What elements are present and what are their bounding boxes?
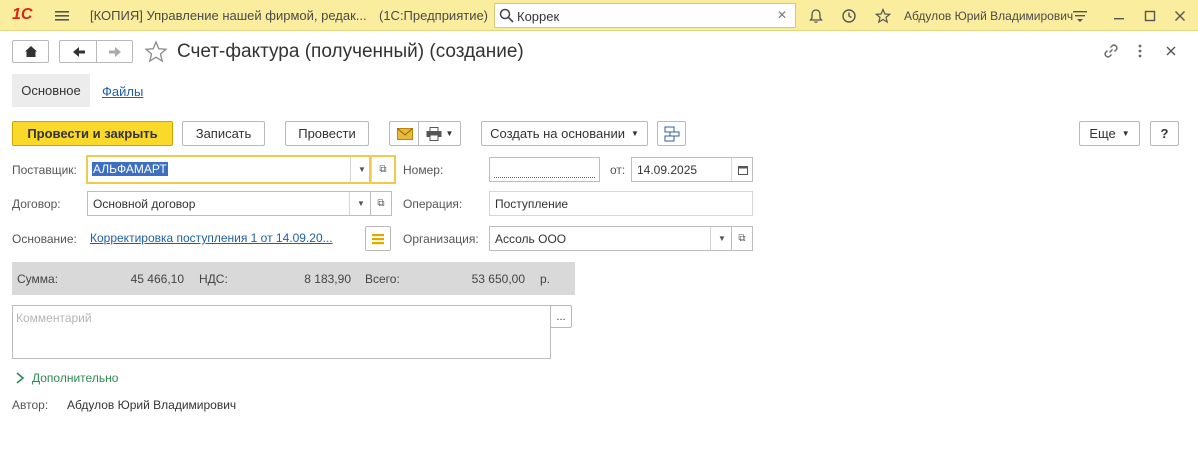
search-box[interactable]: Коррек ✕ — [494, 3, 796, 28]
history-icon[interactable] — [839, 6, 859, 26]
home-button[interactable] — [12, 40, 49, 63]
operation-field: Поступление — [489, 191, 753, 216]
operation-value: Поступление — [495, 197, 569, 211]
platform-label: (1С:Предприятие) — [379, 8, 489, 23]
basis-label: Основание: — [12, 232, 77, 246]
link-icon[interactable] — [1103, 43, 1119, 62]
tab-files[interactable]: Файлы — [102, 84, 143, 99]
title-bar: 1С [КОПИЯ] Управление нашей фирмой, реда… — [0, 0, 1198, 31]
operation-label: Операция: — [403, 197, 463, 211]
organization-field[interactable]: Ассоль ООО ▼ — [489, 226, 732, 251]
author-value: Абдулов Юрий Владимирович — [67, 398, 237, 412]
printer-icon — [426, 126, 442, 141]
author-label: Автор: — [12, 398, 49, 412]
supplier-value[interactable]: АЛЬФАМАРТ — [92, 162, 168, 176]
arrow-right-icon — [108, 46, 121, 57]
number-field[interactable] — [489, 157, 600, 182]
create-based-on-button[interactable]: Создать на основании ▼ — [481, 121, 648, 146]
post-and-close-button[interactable]: Провести и закрыть — [12, 121, 173, 146]
open-icon: ⧉ — [379, 164, 387, 175]
chevron-down-icon[interactable]: ▼ — [349, 192, 372, 215]
vat-label: НДС: — [199, 272, 228, 286]
sum-label: Сумма: — [17, 272, 59, 286]
supplier-open-button[interactable]: ⧉ — [371, 155, 396, 184]
sum-value: 45 466,10 — [130, 272, 184, 286]
tab-main[interactable]: Основное — [12, 74, 90, 107]
contract-label: Договор: — [12, 197, 61, 211]
tab-main-label: Основное — [21, 83, 81, 98]
clear-icon[interactable]: ✕ — [777, 8, 787, 22]
close-form-icon[interactable] — [1165, 45, 1177, 60]
create-based-on-label: Создать на основании — [490, 126, 625, 141]
comment-placeholder: Комментарий — [16, 311, 92, 325]
open-icon: ⧉ — [377, 198, 385, 209]
contract-field[interactable]: Основной договор ▼ — [87, 191, 371, 216]
chevron-down-icon[interactable]: ▼ — [350, 157, 373, 182]
chevron-down-icon[interactable]: ▼ — [710, 227, 733, 250]
contract-open-button[interactable]: ⧉ — [371, 191, 392, 216]
totals-bar: Сумма: 45 466,10 НДС: 8 183,90 Всего: 53… — [12, 262, 575, 295]
date-value[interactable]: 14.09.2025 — [637, 163, 697, 177]
notifications-icon[interactable] — [806, 6, 826, 26]
search-input[interactable]: Коррек — [517, 9, 559, 24]
user-name[interactable]: Абдулов Юрий Владимирович — [904, 9, 1073, 23]
more-label: Еще — [1089, 126, 1116, 141]
chevron-right-icon[interactable] — [15, 372, 25, 387]
window-title: [КОПИЯ] Управление нашей фирмой, редак..… — [90, 8, 367, 23]
email-button[interactable] — [389, 121, 419, 146]
date-field[interactable]: 14.09.2025 — [631, 157, 753, 182]
help-button[interactable]: ? — [1150, 121, 1179, 146]
total-label: Всего: — [365, 272, 400, 286]
basis-link[interactable]: Корректировка поступления 1 от 14.09.20.… — [90, 231, 333, 245]
structure-button[interactable] — [657, 121, 686, 146]
print-button[interactable]: ▼ — [418, 121, 461, 146]
more-actions-icon[interactable] — [1136, 43, 1144, 62]
calendar-icon[interactable] — [731, 158, 754, 181]
minimize-icon[interactable] — [1109, 6, 1129, 26]
back-button[interactable] — [59, 40, 97, 63]
more-button[interactable]: Еще ▼ — [1079, 121, 1140, 146]
number-label: Номер: — [403, 163, 444, 177]
chevron-down-icon: ▼ — [445, 129, 454, 138]
forward-button[interactable] — [96, 40, 133, 63]
organization-label: Организация: — [403, 232, 479, 246]
save-button[interactable]: Записать — [182, 121, 265, 146]
app-logo[interactable]: 1С — [12, 6, 32, 24]
currency-label: р. — [540, 272, 551, 286]
open-icon: ⧉ — [738, 233, 746, 244]
post-button[interactable]: Провести — [285, 121, 369, 146]
comment-field[interactable]: Комментарий — [12, 305, 551, 359]
basis-select-button[interactable] — [365, 226, 391, 251]
chevron-down-icon: ▼ — [1121, 129, 1130, 138]
supplier-label: Поставщик: — [12, 163, 77, 177]
vat-value: 8 183,90 — [304, 272, 351, 286]
structure-icon — [664, 126, 679, 141]
arrow-left-icon — [72, 46, 85, 57]
contract-value[interactable]: Основной договор — [93, 197, 195, 211]
menu-icon[interactable] — [52, 6, 72, 26]
total-value: 53 650,00 — [471, 272, 525, 286]
settings-menu-icon[interactable] — [1070, 6, 1090, 26]
search-icon — [499, 8, 514, 26]
chevron-down-icon: ▼ — [630, 129, 639, 138]
maximize-icon[interactable] — [1140, 6, 1160, 26]
home-icon — [24, 46, 37, 57]
supplier-field[interactable]: АЛЬФАМАРТ ▼ — [86, 155, 371, 184]
date-label: от: — [610, 163, 626, 177]
envelope-icon — [396, 127, 413, 140]
additional-section-toggle[interactable]: Дополнительно — [32, 371, 118, 385]
comment-expand-button[interactable]: ... — [550, 305, 572, 328]
favorites-star-icon[interactable] — [873, 6, 893, 26]
organization-open-button[interactable]: ⧉ — [732, 226, 753, 251]
favorite-star-icon[interactable] — [144, 40, 168, 67]
organization-value[interactable]: Ассоль ООО — [495, 232, 566, 246]
list-icon — [372, 233, 384, 244]
page-title: Счет-фактура (полученный) (создание) — [177, 41, 524, 62]
close-window-icon[interactable] — [1170, 6, 1190, 26]
